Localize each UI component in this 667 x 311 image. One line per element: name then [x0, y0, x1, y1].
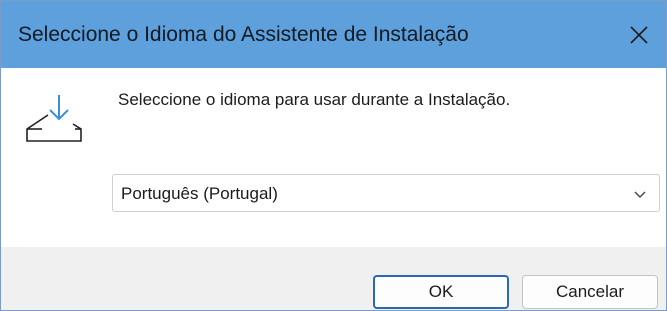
close-button[interactable] [612, 1, 666, 68]
dialog-footer: OK Cancelar [1, 247, 666, 310]
dialog-title: Seleccione o Idioma do Assistente de Ins… [18, 23, 469, 46]
installer-language-dialog: Seleccione o Idioma do Assistente de Ins… [0, 0, 667, 311]
setup-download-icon [23, 93, 83, 145]
chevron-down-icon [634, 191, 646, 198]
ok-button[interactable]: OK [373, 275, 509, 309]
close-icon [630, 26, 648, 44]
cancel-button[interactable]: Cancelar [522, 275, 658, 309]
language-prompt: Seleccione o idioma para usar durante a … [118, 90, 511, 109]
language-select[interactable]: Português (Portugal) [112, 174, 660, 212]
title-bar[interactable]: Seleccione o Idioma do Assistente de Ins… [1, 1, 666, 68]
language-select-value: Português (Portugal) [121, 184, 278, 203]
